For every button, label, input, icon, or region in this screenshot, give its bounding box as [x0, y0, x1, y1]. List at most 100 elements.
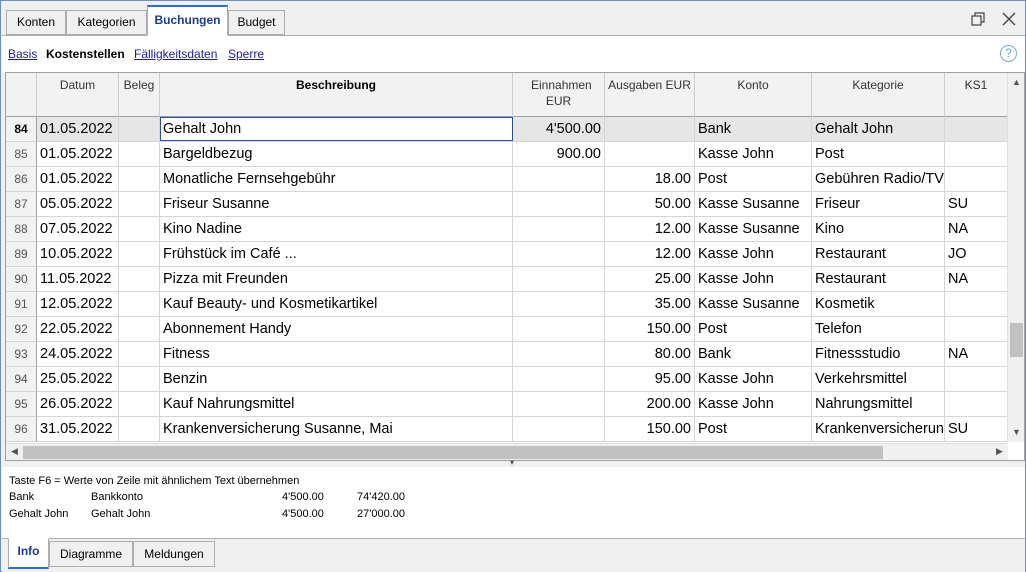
table-row[interactable]: 07.05.2022 Kino Nadine 12.00 Kasse Susanne K…: [37, 217, 1017, 242]
cell-ausgaben[interactable]: 50.00: [605, 192, 695, 216]
cell-einnahmen[interactable]: 4'500.00: [513, 117, 605, 141]
cell-ks1[interactable]: [945, 167, 1008, 191]
row-number[interactable]: 84: [6, 117, 37, 142]
cell-ausgaben[interactable]: 25.00: [605, 267, 695, 291]
vertical-scroll-thumb[interactable]: [1010, 323, 1023, 357]
cell-kategorie[interactable]: Krankenversicherun: [812, 417, 945, 441]
cell-beschreibung[interactable]: Benzin: [160, 367, 513, 391]
help-icon[interactable]: ?: [1000, 45, 1017, 62]
cell-ausgaben[interactable]: 200.00: [605, 392, 695, 416]
view-sperre-link[interactable]: Sperre: [228, 47, 264, 61]
cell-datum[interactable]: 24.05.2022: [37, 342, 119, 366]
scroll-left-icon[interactable]: ◀: [6, 446, 23, 457]
row-number[interactable]: 92: [6, 317, 37, 342]
cell-beschreibung[interactable]: Kino Nadine: [160, 217, 513, 241]
column-header-beleg[interactable]: Beleg: [119, 73, 160, 117]
cell-datum[interactable]: 26.05.2022: [37, 392, 119, 416]
cell-einnahmen[interactable]: [513, 342, 605, 366]
cell-beleg[interactable]: [119, 417, 160, 441]
cell-konto[interactable]: Post: [695, 167, 812, 191]
cell-beschreibung[interactable]: Kauf Nahrungsmittel: [160, 392, 513, 416]
cell-kategorie[interactable]: Restaurant: [812, 267, 945, 291]
cell-kategorie[interactable]: Fitnessstudio: [812, 342, 945, 366]
cell-kategorie[interactable]: Telefon: [812, 317, 945, 341]
cell-beleg[interactable]: [119, 117, 160, 141]
cell-ausgaben[interactable]: 18.00: [605, 167, 695, 191]
cell-beleg[interactable]: [119, 192, 160, 216]
cell-kategorie[interactable]: Verkehrsmittel: [812, 367, 945, 391]
table-row[interactable]: 01.05.2022 Gehalt John 4'500.00 Bank Gehalt …: [37, 117, 1017, 142]
cell-ks1[interactable]: NA: [945, 217, 1008, 241]
cell-kategorie[interactable]: Gebühren Radio/TV: [812, 167, 945, 191]
view-basis-link[interactable]: Basis: [8, 47, 37, 61]
cell-beleg[interactable]: [119, 342, 160, 366]
cell-datum[interactable]: 01.05.2022: [37, 117, 119, 141]
cell-datum[interactable]: 01.05.2022: [37, 142, 119, 166]
cell-ks1[interactable]: SU: [945, 417, 1008, 441]
cell-kategorie[interactable]: Kino: [812, 217, 945, 241]
column-header-konto[interactable]: Konto: [695, 73, 812, 117]
cell-einnahmen[interactable]: [513, 392, 605, 416]
scroll-down-icon[interactable]: ▼: [1008, 427, 1024, 437]
row-number[interactable]: 91: [6, 292, 37, 317]
cell-beschreibung[interactable]: Pizza mit Freunden: [160, 267, 513, 291]
view-faelligkeitsdaten-link[interactable]: Fälligkeitsdaten: [134, 47, 217, 61]
cell-konto[interactable]: Kasse John: [695, 142, 812, 166]
cell-ks1[interactable]: JO: [945, 242, 1008, 266]
cell-konto[interactable]: Post: [695, 417, 812, 441]
cell-einnahmen[interactable]: [513, 242, 605, 266]
table-row[interactable]: 26.05.2022 Kauf Nahrungsmittel 200.00 Kasse…: [37, 392, 1017, 417]
cell-einnahmen[interactable]: [513, 292, 605, 316]
cell-kategorie[interactable]: Kosmetik: [812, 292, 945, 316]
cell-konto[interactable]: Bank: [695, 117, 812, 141]
cell-beschreibung[interactable]: Monatliche Fernsehgebühr: [160, 167, 513, 191]
cell-beschreibung[interactable]: Krankenversicherung Susanne, Mai: [160, 417, 513, 441]
cell-ausgaben[interactable]: [605, 142, 695, 166]
column-header-einnahmen[interactable]: Einnahmen EUR: [513, 73, 605, 117]
cell-beschreibung[interactable]: Abonnement Handy: [160, 317, 513, 341]
cell-beschreibung[interactable]: Bargeldbezug: [160, 142, 513, 166]
cell-beleg[interactable]: [119, 392, 160, 416]
cell-kategorie[interactable]: Post: [812, 142, 945, 166]
table-row[interactable]: 01.05.2022 Bargeldbezug 900.00 Kasse John Po…: [37, 142, 1017, 167]
cell-konto[interactable]: Kasse Susanne: [695, 292, 812, 316]
cell-datum[interactable]: 10.05.2022: [37, 242, 119, 266]
table-row[interactable]: 22.05.2022 Abonnement Handy 150.00 Post Tele…: [37, 317, 1017, 342]
column-header-ausgaben[interactable]: Ausgaben EUR: [605, 73, 695, 117]
tab-budget[interactable]: Budget: [228, 10, 285, 35]
row-number[interactable]: 90: [6, 267, 37, 292]
cell-ausgaben[interactable]: 150.00: [605, 417, 695, 441]
cell-datum[interactable]: 12.05.2022: [37, 292, 119, 316]
tab-meldungen[interactable]: Meldungen: [133, 541, 215, 567]
cell-konto[interactable]: Bank: [695, 342, 812, 366]
cell-ausgaben[interactable]: 12.00: [605, 242, 695, 266]
cell-ks1[interactable]: NA: [945, 342, 1008, 366]
vertical-scrollbar[interactable]: ▲ ▼: [1007, 73, 1024, 442]
cell-ks1[interactable]: NA: [945, 267, 1008, 291]
tab-kategorien[interactable]: Kategorien: [66, 10, 147, 35]
table-row[interactable]: 05.05.2022 Friseur Susanne 50.00 Kasse Susa…: [37, 192, 1017, 217]
cell-einnahmen[interactable]: [513, 267, 605, 291]
tab-info[interactable]: Info: [8, 538, 49, 569]
cell-konto[interactable]: Kasse John: [695, 267, 812, 291]
row-number[interactable]: 94: [6, 367, 37, 392]
tab-buchungen[interactable]: Buchungen: [147, 5, 228, 36]
scroll-up-icon[interactable]: ▲: [1008, 77, 1024, 87]
row-number[interactable]: 88: [6, 217, 37, 242]
cell-einnahmen[interactable]: 900.00: [513, 142, 605, 166]
cell-beleg[interactable]: [119, 167, 160, 191]
cell-kategorie[interactable]: Friseur: [812, 192, 945, 216]
column-header-kategorie[interactable]: Kategorie: [812, 73, 945, 117]
cell-ks1[interactable]: [945, 142, 1008, 166]
cell-kategorie[interactable]: Nahrungsmittel: [812, 392, 945, 416]
cell-kategorie[interactable]: Restaurant: [812, 242, 945, 266]
cell-datum[interactable]: 01.05.2022: [37, 167, 119, 191]
cell-beleg[interactable]: [119, 267, 160, 291]
cell-einnahmen[interactable]: [513, 217, 605, 241]
cell-beleg[interactable]: [119, 367, 160, 391]
cell-einnahmen[interactable]: [513, 317, 605, 341]
view-kostenstellen-link[interactable]: Kostenstellen: [46, 47, 125, 61]
column-header-ks1[interactable]: KS1: [945, 73, 1008, 117]
cell-datum[interactable]: 22.05.2022: [37, 317, 119, 341]
cell-datum[interactable]: 07.05.2022: [37, 217, 119, 241]
